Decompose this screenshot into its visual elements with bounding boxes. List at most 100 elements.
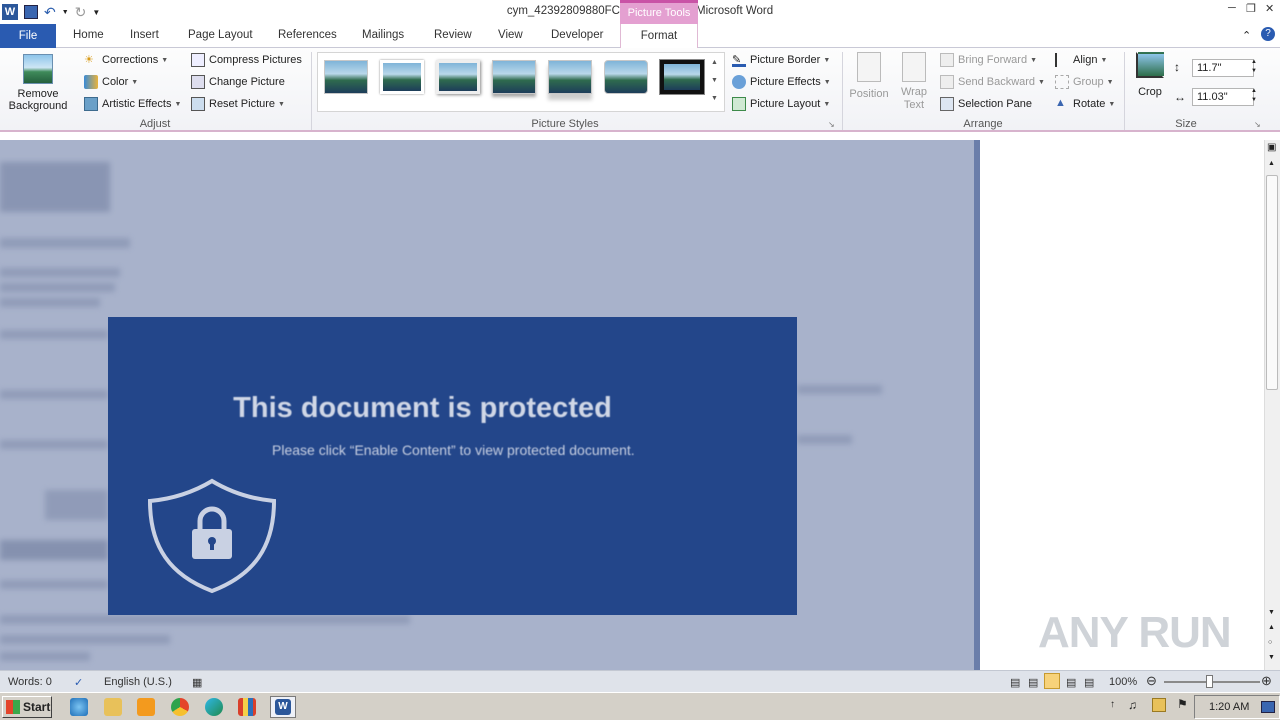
picture-layout-button[interactable]: Picture Layout ▼ [732, 97, 830, 111]
height-spinner-icon[interactable]: ▲ ▼ [1251, 58, 1257, 76]
bring-forward-icon [940, 53, 954, 67]
tab-review[interactable]: Review [434, 29, 472, 41]
web-layout-icon[interactable] [1044, 673, 1060, 689]
ruler-toggle-icon[interactable]: ▣ [1267, 142, 1276, 153]
zoom-out-icon[interactable]: ⊖ [1146, 673, 1157, 689]
corrections-button[interactable]: ☀ Corrections ▼ [84, 53, 168, 67]
picture-effects-button[interactable]: Picture Effects ▼ [732, 75, 831, 89]
wrap-text-button[interactable]: Wrap Text [894, 52, 934, 112]
volume-icon[interactable]: ♫ [1128, 698, 1137, 712]
network-icon[interactable] [1152, 698, 1166, 712]
action-center-flag-icon[interactable]: ⚑ [1177, 697, 1188, 711]
rotate-icon: ▲ [1055, 97, 1066, 109]
print-layout-view-icon[interactable]: ▤ [1010, 676, 1020, 689]
artistic-effects-button[interactable]: Artistic Effects ▼ [84, 97, 181, 111]
proofing-icon[interactable]: ✓ [74, 676, 83, 689]
picture-effects-icon [732, 75, 746, 89]
picture-style-4[interactable] [492, 60, 536, 94]
media-player-icon[interactable] [137, 698, 155, 716]
shape-height-input[interactable]: 11.7" [1192, 59, 1254, 77]
scroll-down-icon[interactable]: ▼ [1268, 609, 1275, 616]
picture-style-5[interactable] [548, 60, 592, 94]
blurred-text [0, 440, 108, 449]
folder-icon[interactable] [104, 698, 122, 716]
previous-page-icon[interactable]: ▲ [1268, 624, 1275, 631]
remove-background-button[interactable]: Remove Background [6, 52, 70, 112]
picture-style-3[interactable] [436, 60, 480, 94]
start-button[interactable]: Start [2, 696, 52, 718]
rotate-button[interactable]: ▲ Rotate ▼ [1055, 97, 1115, 111]
status-bar: Words: 0 ✓ English (U.S.) ▦ ▤ ▤ ▤ ▤ 100%… [0, 670, 1280, 692]
change-picture-button[interactable]: Change Picture [191, 75, 285, 89]
system-clock[interactable]: 1:20 AM [1194, 695, 1280, 719]
ribbon-tabs: File Home Insert Page Layout References … [0, 24, 1280, 49]
tab-mailings[interactable]: Mailings [362, 29, 404, 41]
size-launcher-icon[interactable]: ↘ [1254, 120, 1261, 129]
reset-picture-button[interactable]: Reset Picture ▼ [191, 97, 285, 111]
next-page-icon[interactable]: ▼ [1268, 654, 1275, 661]
help-icon[interactable]: ? [1261, 27, 1275, 41]
zoom-slider-knob[interactable] [1206, 675, 1213, 688]
group-button[interactable]: Group ▼ [1055, 75, 1114, 89]
color-icon [84, 75, 98, 89]
artistic-effects-icon [84, 97, 98, 111]
picture-style-2[interactable] [380, 60, 424, 94]
chrome-icon[interactable] [171, 698, 189, 716]
tab-view[interactable]: View [498, 29, 523, 41]
macro-record-icon[interactable]: ▦ [192, 676, 202, 689]
picture-border-icon: ✎ [732, 53, 746, 67]
browse-object-icon[interactable]: ○ [1268, 639, 1272, 646]
shape-width-input[interactable]: 11.03" [1192, 88, 1254, 106]
adjust-group-label: Adjust [139, 118, 171, 130]
anyrun-watermark: ANY RUN [1038, 608, 1232, 657]
close-button[interactable]: ✕ [1265, 2, 1274, 15]
picture-border-button[interactable]: ✎ Picture Border ▼ [732, 53, 830, 67]
show-desktop-icon[interactable] [1261, 701, 1275, 713]
picture-style-7[interactable] [659, 59, 705, 95]
zoom-in-icon[interactable]: ⊕ [1261, 673, 1272, 689]
tab-file[interactable]: File [0, 24, 56, 48]
language-indicator[interactable]: English (U.S.) [104, 676, 172, 688]
word-count[interactable]: Words: 0 [8, 676, 52, 688]
picture-style-1[interactable] [324, 60, 368, 94]
width-spinner-icon[interactable]: ▲ ▼ [1251, 87, 1257, 105]
gallery-scroll-icons[interactable]: ▲ ▼ ▼ [711, 54, 718, 108]
full-screen-reading-icon[interactable]: ▤ [1028, 676, 1038, 689]
separator [1124, 52, 1125, 130]
position-icon [857, 52, 881, 82]
blurred-text [0, 390, 108, 399]
protected-document-banner-image[interactable]: This document is protected Please click … [108, 317, 797, 615]
picture-layout-icon [732, 97, 746, 111]
scrollbar-thumb[interactable] [1266, 175, 1278, 390]
tab-format[interactable]: Format [620, 24, 698, 49]
minimize-ribbon-icon[interactable]: ⌃ [1242, 29, 1251, 42]
document-page[interactable]: This document is protected Please click … [0, 140, 976, 670]
position-button[interactable]: Position [846, 52, 892, 100]
tab-page-layout[interactable]: Page Layout [188, 29, 253, 41]
show-hidden-icons-icon[interactable]: ↑ [1110, 699, 1115, 710]
scroll-up-icon[interactable]: ▲ [1268, 160, 1275, 167]
edge-icon[interactable] [205, 698, 223, 716]
selection-pane-button[interactable]: Selection Pane [940, 97, 1032, 111]
outline-view-icon[interactable]: ▤ [1066, 676, 1076, 689]
tab-insert[interactable]: Insert [130, 29, 159, 41]
zoom-level[interactable]: 100% [1109, 676, 1137, 688]
align-button[interactable]: Align ▼ [1055, 53, 1107, 67]
tab-developer[interactable]: Developer [551, 29, 603, 41]
picture-style-6[interactable] [604, 60, 648, 94]
tab-references[interactable]: References [278, 29, 337, 41]
crop-button[interactable]: Crop [1130, 52, 1170, 98]
internet-explorer-icon[interactable] [70, 698, 88, 716]
color-button[interactable]: Color ▼ [84, 75, 138, 89]
tab-home[interactable]: Home [73, 29, 104, 41]
blurred-text [797, 385, 882, 394]
restore-button[interactable]: ❐ [1246, 2, 1256, 15]
send-backward-button[interactable]: Send Backward ▼ [940, 75, 1045, 89]
picture-styles-launcher-icon[interactable]: ↘ [828, 120, 835, 129]
draft-view-icon[interactable]: ▤ [1084, 676, 1094, 689]
bring-forward-button[interactable]: Bring Forward ▼ [940, 53, 1037, 67]
compress-pictures-button[interactable]: Compress Pictures [191, 53, 302, 67]
winrar-icon[interactable] [238, 698, 256, 716]
reset-picture-icon [191, 97, 205, 111]
minimize-button[interactable]: ─ [1228, 2, 1236, 14]
